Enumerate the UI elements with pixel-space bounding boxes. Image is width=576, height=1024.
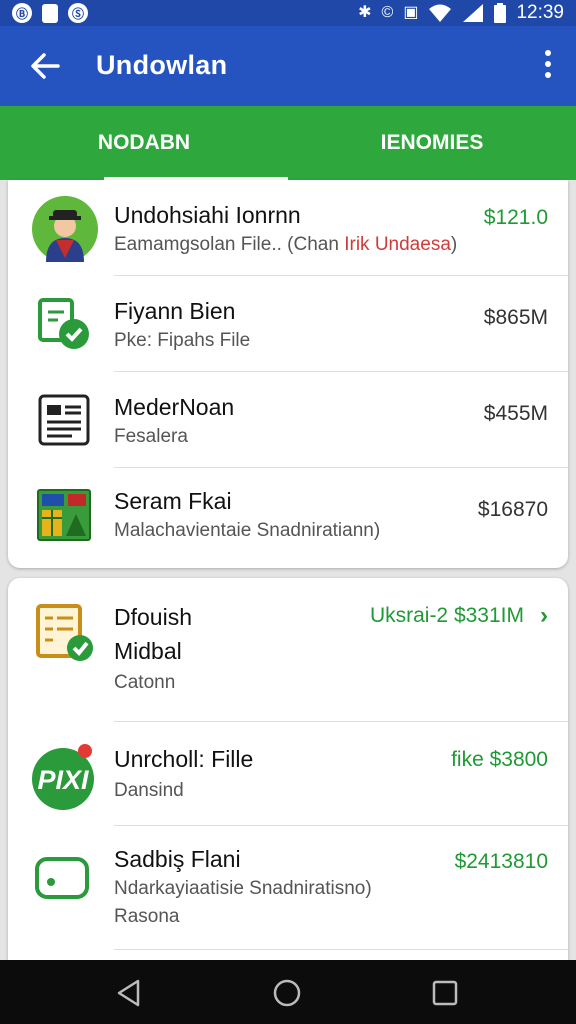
item-title: MederNoan xyxy=(114,394,235,420)
more-options-icon[interactable] xyxy=(542,50,554,82)
status-bar: Ⓑ Ⓢ ✱ © ▣ 12:39 xyxy=(0,0,576,26)
item-subtitle: Fesalera xyxy=(114,426,188,447)
battery-icon xyxy=(494,3,507,23)
sync-icon: © xyxy=(381,4,394,21)
item-subtitle: Dansind xyxy=(114,780,184,801)
item-subtitle: Pke: Fipahs File xyxy=(114,330,251,351)
item-title: Dfouish xyxy=(114,604,192,630)
item-subtitle: Ndarkayiaatisie Snadniratisno) xyxy=(114,878,372,899)
list-item[interactable]: Sadbiş Flani Ndarkayiaatisie Snadniratis… xyxy=(8,826,568,950)
list-item[interactable]: Seram Fkai Malachavientaie Snadniratiann… xyxy=(8,468,568,568)
system-nav-bar xyxy=(0,960,576,1024)
app-bar: Undowlan xyxy=(0,26,576,106)
app-title: Undowlan xyxy=(96,50,228,80)
list-item[interactable]: PIXI Unrcholl: Fille Dansind fike $3800 xyxy=(8,722,568,826)
back-arrow-icon[interactable] xyxy=(26,46,66,86)
pix-icon: PIXI xyxy=(32,744,94,810)
transactions-card-2: Dfouish Midbal Catonn Uksrai-2 $331IM › … xyxy=(8,578,568,978)
item-detail: Rasona xyxy=(114,906,180,927)
item-amount: Uksrai-2 $331IM xyxy=(369,604,524,627)
bluetooth-icon: ✱ xyxy=(358,4,372,21)
card-icon xyxy=(35,857,89,899)
chevron-right-icon: › xyxy=(540,602,548,629)
list-item[interactable]: Fiyann Bien Pke: Fipahs File $865M xyxy=(8,276,568,372)
recents-icon[interactable] xyxy=(430,978,460,1008)
tab-nodabn[interactable]: NODABN xyxy=(0,106,288,180)
item-title: Seram Fkai xyxy=(114,488,232,514)
transactions-card-1: Undohsiahi Ionrnn Eamamgsolan File.. (Ch… xyxy=(8,180,568,568)
signal-icon xyxy=(463,4,484,22)
tab-bar: NODABN IENOMIES xyxy=(0,106,576,181)
checklist-icon xyxy=(36,604,93,661)
list-item[interactable]: MederNoan Fesalera $455M xyxy=(8,372,568,468)
item-amount: $2413810 xyxy=(454,850,548,873)
item-title: Fiyann Bien xyxy=(114,298,236,324)
spreadsheet-icon xyxy=(37,489,91,541)
wifi-icon xyxy=(429,4,452,22)
list-item[interactable]: Dfouish Midbal Catonn Uksrai-2 $331IM › xyxy=(8,578,568,722)
item-title-line2: Midbal xyxy=(114,638,182,664)
item-amount: $16870 xyxy=(477,498,548,521)
tab-ienomies[interactable]: IENOMIES xyxy=(288,106,576,180)
document-icon xyxy=(38,394,90,446)
vibrate-icon: ▣ xyxy=(403,4,419,21)
item-subtitle: Catonn xyxy=(114,672,176,693)
clock: 12:39 xyxy=(516,2,564,23)
item-title: Unrcholl: Fille xyxy=(114,746,254,772)
b-icon: Ⓑ xyxy=(12,3,32,23)
sim-card-icon xyxy=(42,4,58,23)
item-subtitle: Eamamgsolan File.. (Chan Irik Undaesa) xyxy=(114,234,458,255)
item-amount: $121.0 xyxy=(483,206,548,229)
item-amount: $455M xyxy=(483,402,548,425)
list-item[interactable]: Undohsiahi Ionrnn Eamamgsolan File.. (Ch… xyxy=(8,180,568,276)
file-check-icon xyxy=(38,298,89,349)
avatar-icon xyxy=(32,196,98,262)
svg-text:PIXI: PIXI xyxy=(37,765,89,795)
item-title: Sadbiş Flani xyxy=(114,846,241,872)
item-amount: fike $3800 xyxy=(451,748,548,771)
item-title: Undohsiahi Ionrnn xyxy=(114,202,301,228)
back-icon[interactable] xyxy=(114,978,144,1008)
item-amount: $865M xyxy=(483,306,548,329)
s-icon: Ⓢ xyxy=(68,3,88,23)
item-subtitle: Malachavientaie Snadniratiann) xyxy=(114,520,381,541)
home-icon[interactable] xyxy=(272,978,302,1008)
divider xyxy=(114,949,568,950)
